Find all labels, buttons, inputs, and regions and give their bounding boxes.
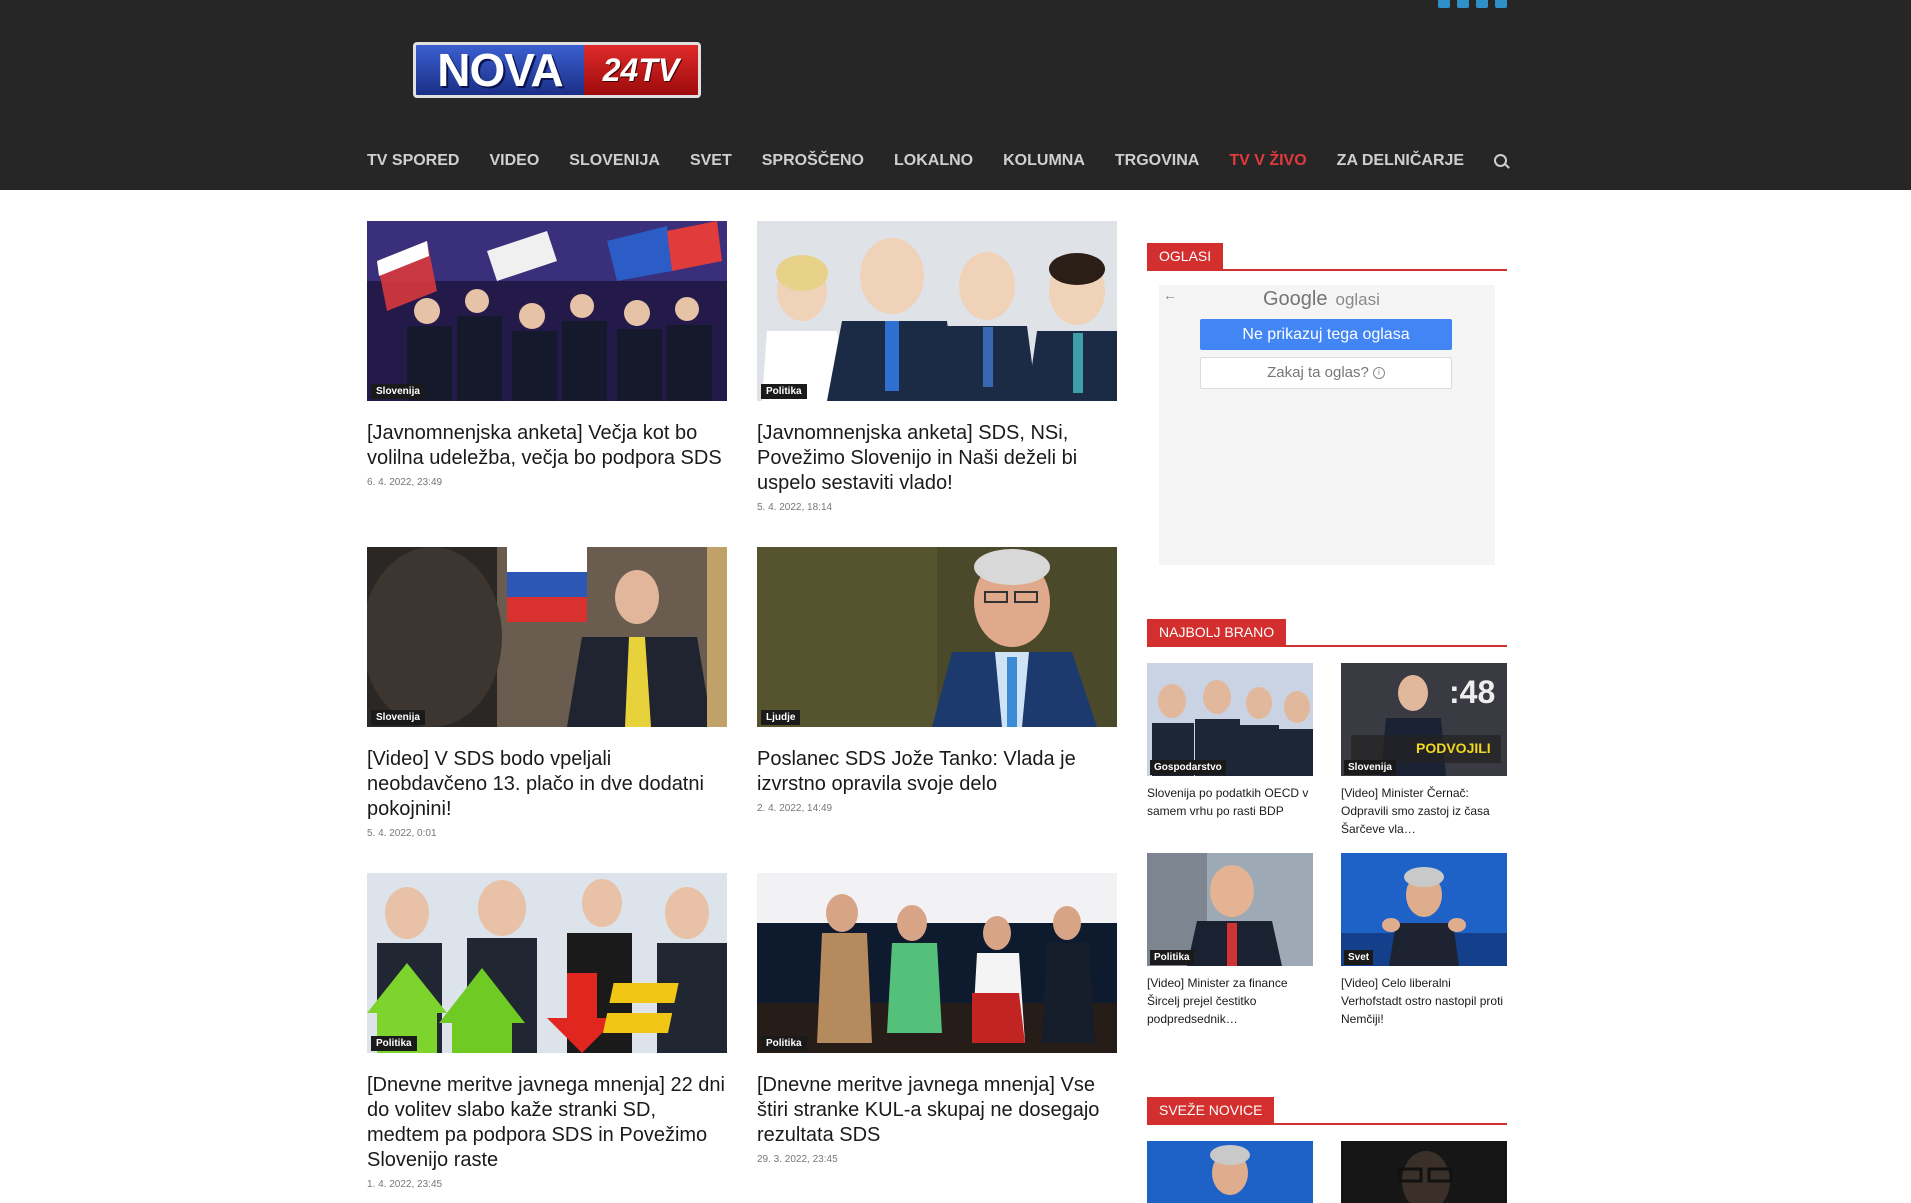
category-badge[interactable]: Gospodarstvo bbox=[1150, 760, 1226, 775]
article-thumbnail[interactable]: Ljudje bbox=[757, 547, 1117, 727]
nav-item-sprosceno[interactable]: SPROŠČENO bbox=[762, 152, 864, 170]
most-read-title[interactable]: [Video] Minister za finance Šircelj prej… bbox=[1147, 974, 1313, 1028]
widget-title-most-read: NAJBOLJ BRANO bbox=[1147, 619, 1507, 647]
site-header: NOVA 24TV TV SPORED VIDEO SLOVENIJA SVET… bbox=[0, 0, 1911, 190]
article-date: 1. 4. 2022, 23:45 bbox=[367, 1179, 443, 1190]
category-badge[interactable]: Slovenija bbox=[1344, 760, 1396, 775]
most-read-title[interactable]: [Video] Minister Černač: Odpravili smo z… bbox=[1341, 784, 1507, 838]
widget-title-fresh-news: SVEŽE NOVICE bbox=[1147, 1097, 1507, 1125]
article-thumbnail[interactable]: Slovenija bbox=[367, 221, 727, 401]
category-badge[interactable]: Politika bbox=[761, 1036, 807, 1051]
article-card[interactable]: Politika [Dnevne meritve javnega mnenja]… bbox=[757, 873, 1117, 1165]
nav-item-lokalno[interactable]: LOKALNO bbox=[894, 152, 973, 170]
article-date: 6. 4. 2022, 23:49 bbox=[367, 477, 443, 488]
google-ads-logo: Google oglasi bbox=[1263, 288, 1380, 311]
article-date: 2. 4. 2022, 14:49 bbox=[757, 803, 833, 814]
interview-photo bbox=[367, 547, 727, 727]
thumb-time-text: :48 bbox=[1449, 674, 1495, 710]
ad-block: ← Google oglasi Ne prikazuj tega oglasa Z… bbox=[1159, 285, 1495, 565]
site-logo[interactable]: NOVA 24TV bbox=[413, 42, 701, 98]
category-badge[interactable]: Politika bbox=[761, 384, 807, 399]
article-thumbnail[interactable]: Politika bbox=[757, 221, 1117, 401]
article-thumbnail[interactable]: Politika bbox=[757, 873, 1117, 1053]
portrait-photo bbox=[757, 547, 1117, 727]
nav-item-svet[interactable]: SVET bbox=[690, 152, 732, 170]
thumb-caption-text: PODVOJILI bbox=[1416, 740, 1491, 756]
most-read-thumbnail[interactable]: Politika bbox=[1147, 853, 1313, 966]
fresh-news-photo bbox=[1147, 1141, 1313, 1203]
back-arrow-icon[interactable]: ← bbox=[1163, 287, 1177, 303]
crowd-photo bbox=[367, 221, 727, 401]
why-this-ad-label: Zakaj ta oglas? bbox=[1267, 364, 1369, 381]
category-badge[interactable]: Ljudje bbox=[761, 710, 801, 725]
why-this-ad-button[interactable]: Zakaj ta oglas? i bbox=[1200, 357, 1452, 389]
logo-main-text: NOVA bbox=[437, 44, 564, 96]
fresh-news-thumbnail[interactable] bbox=[1341, 1141, 1507, 1203]
nav-item-tv-spored[interactable]: TV SPORED bbox=[367, 152, 459, 170]
widget-title-label: OGLASI bbox=[1147, 243, 1224, 269]
fresh-news-photo bbox=[1341, 1141, 1507, 1203]
article-thumbnail[interactable]: Politika bbox=[367, 873, 727, 1053]
facebook-icon[interactable] bbox=[1438, 0, 1450, 8]
nav-item-tv-v-zivo[interactable]: TV V ŽIVO bbox=[1229, 152, 1306, 170]
rss-icon[interactable] bbox=[1457, 0, 1469, 8]
main-nav: TV SPORED VIDEO SLOVENIJA SVET SPROŠČENO… bbox=[367, 152, 1508, 170]
article-title[interactable]: Poslanec SDS Jože Tanko: Vlada je izvrst… bbox=[757, 747, 1117, 797]
category-badge[interactable]: Politika bbox=[1150, 950, 1194, 965]
article-title[interactable]: [Video] V SDS bodo vpeljali neobdavčeno … bbox=[367, 747, 727, 822]
nav-item-video[interactable]: VIDEO bbox=[489, 152, 539, 170]
logo-tag-text: 24TV bbox=[584, 45, 698, 95]
category-badge[interactable]: Svet bbox=[1344, 950, 1374, 965]
fresh-news-thumbnail[interactable] bbox=[1147, 1141, 1313, 1203]
most-read-thumbnail[interactable]: :48 PODVOJILI Slovenija bbox=[1341, 663, 1507, 776]
article-title[interactable]: [Javnomnenjska anketa] SDS, NSi, Povežim… bbox=[757, 421, 1117, 496]
twitter-icon[interactable] bbox=[1476, 0, 1488, 8]
article-card[interactable]: Politika [Dnevne meritve javnega mnenja]… bbox=[367, 873, 727, 1190]
most-read-thumbnail[interactable]: Svet bbox=[1341, 853, 1507, 966]
article-date: 29. 3. 2022, 23:45 bbox=[757, 1154, 838, 1165]
search-icon[interactable] bbox=[1494, 154, 1508, 168]
fresh-news-item[interactable] bbox=[1147, 1141, 1313, 1203]
widget-title-label: SVEŽE NOVICE bbox=[1147, 1097, 1275, 1123]
article-thumbnail[interactable]: Slovenija bbox=[367, 547, 727, 727]
most-read-title[interactable]: Slovenija po podatkih OECD v samem vrhu … bbox=[1147, 784, 1313, 820]
nav-item-kolumna[interactable]: KOLUMNA bbox=[1003, 152, 1085, 170]
widget-title-label: NAJBOLJ BRANO bbox=[1147, 619, 1287, 645]
article-title[interactable]: [Dnevne meritve javnega mnenja] 22 dni d… bbox=[367, 1073, 727, 1173]
oglasi-label: oglasi bbox=[1335, 290, 1380, 309]
fresh-news-item[interactable] bbox=[1341, 1141, 1507, 1203]
hide-ad-button[interactable]: Ne prikazuj tega oglasa bbox=[1200, 319, 1452, 350]
youtube-icon[interactable] bbox=[1495, 0, 1507, 8]
most-read-item[interactable]: Svet [Video] Celo liberalni Verhofstadt … bbox=[1341, 853, 1507, 1028]
article-card[interactable]: Ljudje Poslanec SDS Jože Tanko: Vlada je… bbox=[757, 547, 1117, 814]
most-read-thumbnail[interactable]: Gospodarstvo bbox=[1147, 663, 1313, 776]
widget-title-ads: OGLASI bbox=[1147, 243, 1507, 271]
nav-item-za-delnicarje[interactable]: ZA DELNIČARJE bbox=[1337, 152, 1464, 170]
category-badge[interactable]: Politika bbox=[371, 1036, 417, 1051]
google-wordmark: Google bbox=[1263, 288, 1328, 310]
article-card[interactable]: Slovenija [Video] V SDS bodo vpeljali ne… bbox=[367, 547, 727, 839]
most-read-item[interactable]: Gospodarstvo Slovenija po podatkih OECD … bbox=[1147, 663, 1313, 820]
article-date: 5. 4. 2022, 18:14 bbox=[757, 502, 833, 513]
category-badge[interactable]: Slovenija bbox=[371, 710, 425, 725]
nav-item-slovenija[interactable]: SLOVENIJA bbox=[569, 152, 660, 170]
category-badge[interactable]: Slovenija bbox=[371, 384, 425, 399]
most-read-item[interactable]: Politika [Video] Minister za finance Šir… bbox=[1147, 853, 1313, 1028]
poll-arrows-photo bbox=[367, 873, 727, 1053]
article-date: 5. 4. 2022, 0:01 bbox=[367, 828, 437, 839]
article-title[interactable]: [Dnevne meritve javnega mnenja] Vse štir… bbox=[757, 1073, 1117, 1148]
article-card[interactable]: Politika [Javnomnenjska anketa] SDS, NSi… bbox=[757, 221, 1117, 513]
social-icons bbox=[1438, 0, 1507, 8]
stage-photo bbox=[757, 873, 1117, 1053]
politicians-photo bbox=[757, 221, 1117, 401]
article-title[interactable]: [Javnomnenjska anketa] Večja kot bo voli… bbox=[367, 421, 727, 471]
article-card[interactable]: Slovenija [Javnomnenjska anketa] Večja k… bbox=[367, 221, 727, 488]
most-read-item[interactable]: :48 PODVOJILI Slovenija [Video] Minister… bbox=[1341, 663, 1507, 838]
nav-item-trgovina[interactable]: TRGOVINA bbox=[1115, 152, 1199, 170]
info-icon: i bbox=[1372, 367, 1385, 380]
most-read-title[interactable]: [Video] Celo liberalni Verhofstadt ostro… bbox=[1341, 974, 1507, 1028]
